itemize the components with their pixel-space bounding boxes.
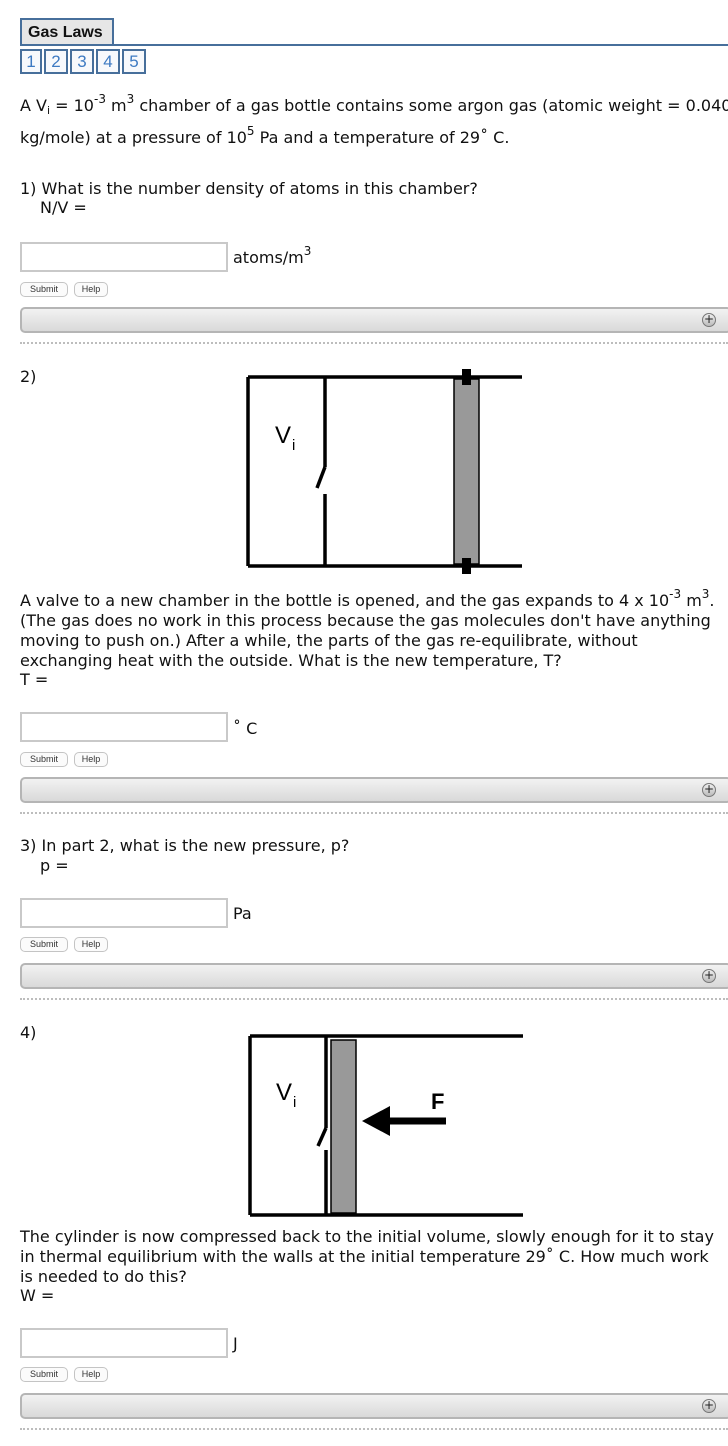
q2-text-line-4: exchanging heat with the outside. What i… [20,651,562,670]
q4-feedback-panel[interactable]: + [20,1393,728,1419]
q4-unit: J [233,1334,238,1353]
q3-submit-button[interactable]: Submit [20,937,68,952]
q2-exp: -3 [669,587,682,601]
q3-help-button[interactable]: Help [74,937,108,952]
intro-text: Pa and a temperature of 29˚ C. [254,128,510,147]
page-title: Gas Laws [20,18,114,44]
q2-text: A valve to a new chamber in the bottle i… [20,591,670,610]
q1-submit-button[interactable]: Submit [20,282,68,297]
piston [330,1039,357,1214]
q2-text-line-1: A valve to a new chamber in the bottle i… [20,588,715,610]
intro-line-1: A Vi = 10-3 m3 chamber of a gas bottle c… [20,93,728,116]
intro-text: kg/mole) at a pressure of 10 [20,128,247,147]
q2-unit: ˚ C [233,719,258,738]
q2-submit-button[interactable]: Submit [20,752,68,767]
expand-plus-icon[interactable]: + [702,1399,716,1413]
intro-exp: -3 [93,92,106,106]
q1-answer-input[interactable] [20,242,228,272]
force-arrow-head [362,1106,390,1136]
title-divider [20,44,728,46]
q4-answer-input[interactable] [20,1328,228,1358]
section-divider [20,1428,728,1430]
q1-unit: atoms/m3 [233,245,311,267]
volume-label-sub: i [292,437,295,454]
q3-feedback-panel[interactable]: + [20,963,728,989]
piston [453,378,480,565]
part-navigation: 1 2 3 4 5 [20,49,148,74]
intro-text: = 10 [50,96,94,115]
q4-help-button[interactable]: Help [74,1367,108,1382]
q4-text-line-3: is needed to do this? [20,1267,187,1286]
intro-text: A V [20,96,47,115]
q2-feedback-panel[interactable]: + [20,777,728,803]
q1-unit-text: atoms/m [233,248,304,267]
q2-number: 2) [20,367,37,386]
nav-part-3[interactable]: 3 [70,49,94,74]
q1-feedback-panel[interactable]: + [20,307,728,333]
q2-text: m [681,591,702,610]
q3-answer-input[interactable] [20,898,228,928]
q4-prompt: W = [20,1286,55,1305]
q3-unit: Pa [233,904,252,923]
intro-text: chamber of a gas bottle contains some ar… [134,96,728,115]
intro-text: m [105,96,127,115]
expand-plus-icon[interactable]: + [702,783,716,797]
intro-exp: 5 [246,124,255,138]
piston-stop-top [462,369,471,385]
q4-text-line-2: in thermal equilibrium with the walls at… [20,1247,709,1266]
q1-unit-exp: 3 [303,244,312,258]
expand-plus-icon[interactable]: + [702,969,716,983]
q1-text: 1) What is the number density of atoms i… [20,179,478,198]
q2-text-line-2: (The gas does no work in this process be… [20,611,711,630]
nav-part-1[interactable]: 1 [20,49,42,74]
nav-part-4[interactable]: 4 [96,49,120,74]
intro-line-2: kg/mole) at a pressure of 105 Pa and a t… [20,125,510,147]
section-divider [20,998,728,1000]
q1-prompt: N/V = [40,198,87,217]
q4-text-line-1: The cylinder is now compressed back to t… [20,1227,714,1246]
nav-part-2[interactable]: 2 [44,49,68,74]
section-divider [20,342,728,344]
expand-plus-icon[interactable]: + [702,313,716,327]
piston-stop-bottom [462,558,471,574]
force-label: F [431,1089,444,1114]
q2-answer-input[interactable] [20,712,228,742]
cylinder-walls [246,375,522,568]
nav-part-5[interactable]: 5 [122,49,146,74]
q3-prompt: p = [40,856,69,875]
volume-label: V [275,422,291,449]
q1-help-button[interactable]: Help [74,282,108,297]
q2-text: . [709,591,715,610]
volume-label-sub: i [293,1094,296,1111]
q2-prompt: T = [20,670,49,689]
compression-diagram: V i F [248,1034,523,1217]
q2-text-line-3: moving to push on.) After a while, the p… [20,631,638,650]
q4-submit-button[interactable]: Submit [20,1367,68,1382]
q3-text: 3) In part 2, what is the new pressure, … [20,836,350,855]
volume-label: V [276,1079,292,1106]
q4-number: 4) [20,1023,37,1042]
section-divider [20,812,728,814]
q2-help-button[interactable]: Help [74,752,108,767]
valve-flap [315,466,327,489]
valve-chamber-diagram: V i [246,369,522,574]
valve-flap [316,1127,328,1147]
